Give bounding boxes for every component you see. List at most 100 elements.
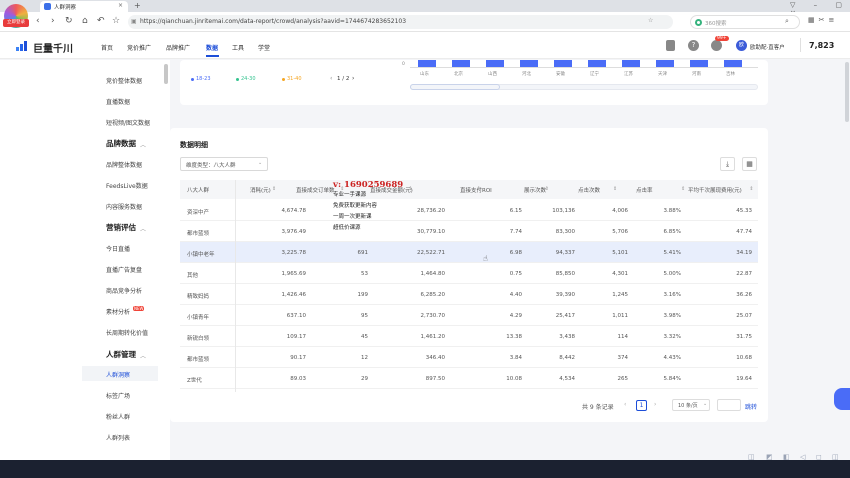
table-cell: 29 — [361, 376, 368, 382]
legend-item[interactable]: 24-30 — [241, 76, 256, 82]
page-number[interactable]: 1 — [636, 400, 647, 411]
legend-next-icon[interactable]: › — [352, 75, 354, 82]
next-page-icon[interactable]: › — [654, 401, 656, 408]
avatar[interactable]: 欧 — [736, 40, 747, 51]
login-badge[interactable]: 立即登录 — [3, 19, 29, 27]
volume-icon[interactable]: ◁ — [800, 453, 805, 461]
column-header[interactable]: 消耗(元) — [250, 186, 271, 194]
favorite-icon[interactable]: ☆ — [648, 17, 653, 24]
table-cell: 1,011 — [612, 313, 628, 319]
sidebar-group-marketing[interactable]: 营销评估 — [106, 222, 136, 233]
sidebar-group-brand[interactable]: 品牌数据 — [106, 138, 136, 149]
home-icon[interactable]: ⌂ — [82, 16, 88, 27]
download-icon[interactable]: ⤓ — [720, 157, 735, 171]
wallet-icon[interactable] — [666, 40, 675, 51]
table-cell: 7.74 — [509, 229, 522, 235]
browser-toolbar-icons[interactable]: ▦✂≡ — [808, 16, 838, 24]
sidebar-item-long-cycle[interactable]: 长周期转化价值 — [106, 328, 148, 337]
menu-academy[interactable]: 学堂 — [258, 43, 270, 52]
chevron-up-icon[interactable]: ︿ — [140, 140, 146, 149]
sidebar-item-feedslive[interactable]: FeedsLive数据 — [106, 181, 148, 190]
jump-button[interactable]: 跳转 — [745, 402, 757, 411]
chart-bar[interactable] — [656, 60, 674, 67]
sidebar-item-crowd-list[interactable]: 人群列表 — [106, 433, 130, 442]
sidebar-item-live-review[interactable]: 直播广告复盘 — [106, 265, 142, 274]
sidebar-scrollbar[interactable] — [164, 64, 168, 84]
sidebar-item-crowd-insight[interactable]: 人群洞察 — [106, 370, 130, 379]
tray-icon[interactable]: ◫ — [748, 453, 755, 461]
table-cell: 资深中产 — [187, 210, 210, 216]
search-360-input[interactable]: 360搜索 ⌕ — [690, 15, 800, 29]
table-cell: 8,442 — [559, 355, 575, 361]
message-icon[interactable] — [711, 40, 722, 51]
chart-bar[interactable] — [588, 60, 606, 67]
chart-bar[interactable] — [452, 60, 470, 67]
url-field[interactable]: ▣ https://qianchuan.jinritemai.com/data-… — [128, 15, 673, 29]
category-label: 河南 — [692, 72, 701, 77]
prev-page-icon[interactable]: ‹ — [624, 401, 626, 408]
menu-brand-promotion[interactable]: 品牌推广 — [166, 43, 190, 52]
menu-tools[interactable]: 工具 — [232, 43, 244, 52]
sidebar-item-material-analysis[interactable]: 素材分析 — [106, 307, 130, 316]
menu-data[interactable]: 数据 — [206, 43, 218, 52]
site-info-icon[interactable]: ▣ — [131, 18, 137, 25]
table-cell: 19.64 — [736, 376, 752, 382]
search-icon[interactable]: ⌕ — [785, 17, 789, 26]
sidebar-item-product-compete[interactable]: 商品竞争分析 — [106, 286, 142, 295]
table-cell: 265 — [617, 376, 629, 382]
taskbar — [0, 460, 850, 478]
sidebar-item-today-live[interactable]: 今日直播 — [106, 244, 130, 253]
bookmark-star-icon[interactable]: ☆ — [112, 16, 120, 27]
chevron-up-icon[interactable]: ︿ — [140, 224, 146, 233]
menu-bid-promotion[interactable]: 竞价推广 — [127, 43, 151, 52]
assistant-robot-icon[interactable] — [834, 388, 850, 410]
tray-icon[interactable]: ◧ — [783, 453, 790, 461]
dimension-select[interactable]: 维度类型：八大人群 ⌄ — [180, 157, 268, 171]
category-label: 北京 — [454, 72, 463, 77]
sidebar-item-video-data[interactable]: 短视频/图文数据 — [106, 118, 150, 127]
legend-prev-icon[interactable]: ‹ — [330, 75, 332, 82]
menu-home[interactable]: 首页 — [101, 43, 113, 52]
chart-bar[interactable] — [622, 60, 640, 67]
forward-icon[interactable]: › — [51, 16, 55, 27]
table-cell: 其他 — [187, 273, 199, 279]
tray-icon[interactable]: ◩ — [766, 453, 773, 461]
tab-close-icon[interactable]: × — [118, 2, 123, 9]
legend-item[interactable]: 31-40 — [287, 76, 302, 82]
sidebar-item-tag-square[interactable]: 标签广场 — [106, 391, 130, 400]
page-scrollbar[interactable] — [845, 62, 849, 122]
table-cell: 346.40 — [425, 355, 445, 361]
jump-page-input[interactable] — [717, 399, 741, 411]
chevron-down-icon: ⌄ — [703, 401, 708, 407]
sidebar-item-bid-overview[interactable]: 竞价整体数据 — [106, 76, 142, 85]
undo-icon[interactable]: ↶ — [97, 16, 105, 27]
column-settings-icon[interactable]: ▦ — [742, 157, 757, 171]
chevron-up-icon[interactable]: ︿ — [140, 351, 146, 360]
chart-bar[interactable] — [690, 60, 708, 67]
watermark-main: v: 1690259689 — [333, 180, 404, 190]
browser-tab[interactable]: 人群洞察 × — [40, 1, 128, 12]
sidebar-item-brand-overview[interactable]: 品牌整体数据 — [106, 160, 142, 169]
legend-item[interactable]: 18-23 — [196, 76, 211, 82]
sidebar-item-fans[interactable]: 粉丝人群 — [106, 412, 130, 421]
back-icon[interactable]: ‹ — [36, 16, 40, 27]
table-cell: 45.33 — [736, 208, 752, 214]
sidebar-group-crowd[interactable]: 人群管理 — [106, 349, 136, 360]
new-tab-icon[interactable]: + — [134, 1, 141, 10]
chart-bar[interactable] — [520, 60, 538, 67]
sidebar-item-live-data[interactable]: 直播数据 — [106, 97, 130, 106]
page-size-select[interactable]: 10 条/页 ⌄ — [672, 399, 710, 411]
help-icon[interactable]: ? — [688, 40, 699, 51]
account-name[interactable]: 欧助配·直客户 — [750, 43, 785, 51]
table-cell: 28,736.20 — [417, 208, 445, 214]
chart-bar[interactable] — [724, 60, 742, 67]
chart-bar[interactable] — [486, 60, 504, 67]
chart-bar[interactable] — [554, 60, 572, 67]
tray-icon[interactable]: ◫ — [832, 453, 839, 461]
tray-icon[interactable]: ◻ — [816, 453, 822, 461]
slider-handle[interactable] — [410, 84, 500, 90]
reload-icon[interactable]: ↻ — [65, 16, 73, 27]
category-label: 天津 — [658, 72, 667, 77]
chart-bar[interactable] — [418, 60, 436, 67]
sidebar-item-content-service[interactable]: 内容服务数据 — [106, 202, 142, 211]
